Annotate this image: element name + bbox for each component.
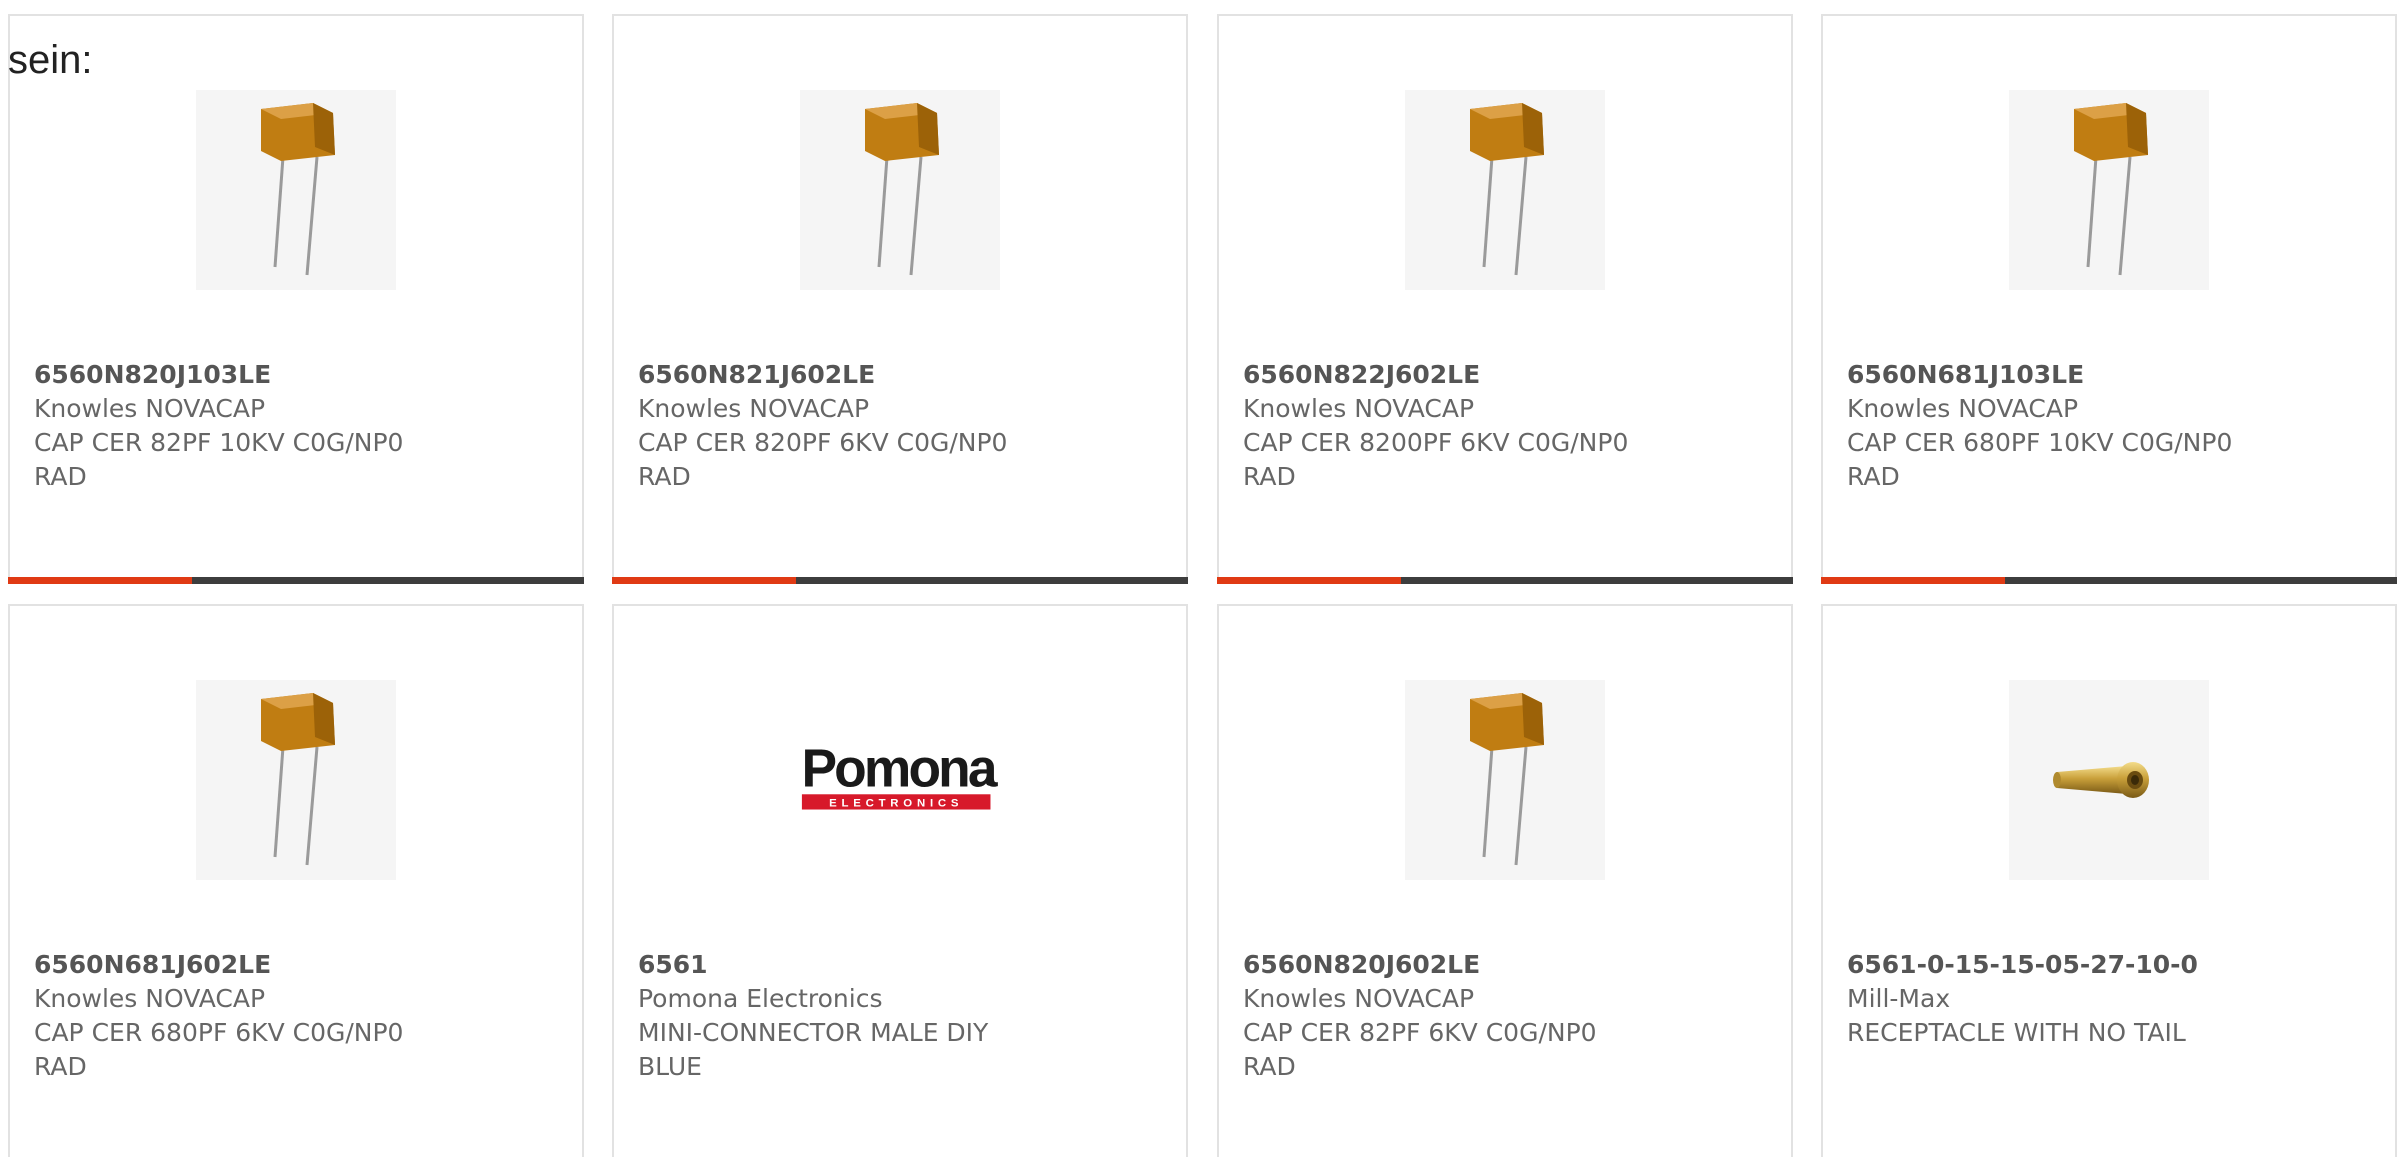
part-number-link[interactable]: 6560N820J602LE: [1243, 948, 1767, 982]
product-card[interactable]: 6560N681J103LE Knowles NOVACAP CAP CER 6…: [1821, 14, 2397, 584]
progress-bar-fill: [1821, 577, 2006, 584]
product-image[interactable]: [2009, 90, 2209, 290]
part-number-link[interactable]: 6560N681J602LE: [34, 948, 558, 982]
progress-bar: [8, 577, 584, 584]
product-description: CAP CER 680PF 6KV C0G/NP0 RAD: [34, 1018, 404, 1081]
product-description: CAP CER 82PF 6KV C0G/NP0 RAD: [1243, 1018, 1597, 1081]
progress-bar: [1821, 577, 2397, 584]
product-card[interactable]: 6561-0-15-15-05-27-10-0 Mill-Max RECEPTA…: [1821, 604, 2397, 1157]
product-image[interactable]: [1405, 680, 1605, 880]
product-info: 6560N822J602LE Knowles NOVACAP CAP CER 8…: [1243, 358, 1767, 494]
product-card[interactable]: Pomona ELECTRONICS 6561 Pomona Electroni…: [612, 604, 1188, 1157]
product-image[interactable]: Pomona ELECTRONICS: [800, 680, 1000, 880]
manufacturer-name: Knowles NOVACAP: [1847, 394, 2079, 423]
pomona-logo-text: Pomona: [801, 740, 997, 799]
pomona-logo: Pomona ELECTRONICS: [801, 740, 1000, 810]
product-image[interactable]: [800, 90, 1000, 290]
progress-bar-fill: [8, 577, 193, 584]
product-description: RECEPTACLE WITH NO TAIL: [1847, 1018, 2186, 1047]
part-number-link[interactable]: 6560N821J602LE: [638, 358, 1162, 392]
product-info: 6561-0-15-15-05-27-10-0 Mill-Max RECEPTA…: [1847, 948, 2371, 1050]
product-description: CAP CER 820PF 6KV C0G/NP0 RAD: [638, 428, 1008, 491]
product-card[interactable]: 6560N821J602LE Knowles NOVACAP CAP CER 8…: [612, 14, 1188, 584]
product-description: MINI-CONNECTOR MALE DIY BLUE: [638, 1018, 989, 1081]
product-card[interactable]: 6560N820J602LE Knowles NOVACAP CAP CER 8…: [1217, 604, 1793, 1157]
part-number-link[interactable]: 6561-0-15-15-05-27-10-0: [1847, 948, 2371, 982]
ceramic-capacitor-icon: [261, 103, 335, 276]
part-number-link[interactable]: 6560N822J602LE: [1243, 358, 1767, 392]
manufacturer-name: Knowles NOVACAP: [34, 394, 266, 423]
ceramic-capacitor-icon: [1470, 103, 1544, 276]
product-info: 6560N681J103LE Knowles NOVACAP CAP CER 6…: [1847, 358, 2371, 494]
product-image[interactable]: [1405, 90, 1605, 290]
product-info: 6561 Pomona Electronics MINI-CONNECTOR M…: [638, 948, 1162, 1084]
progress-bar: [1217, 577, 1793, 584]
manufacturer-name: Knowles NOVACAP: [1243, 984, 1475, 1013]
pomona-logo-subtext: ELECTRONICS: [829, 798, 963, 810]
part-number-link[interactable]: 6561: [638, 948, 1162, 982]
ceramic-capacitor-icon: [865, 103, 939, 276]
product-grid-page: sein: 6560N820J103LE Knowles NOVACAP CAP…: [0, 0, 2400, 1157]
manufacturer-name: Mill-Max: [1847, 984, 1951, 1013]
product-image[interactable]: [196, 90, 396, 290]
product-info: 6560N820J103LE Knowles NOVACAP CAP CER 8…: [34, 358, 558, 494]
product-info: 6560N820J602LE Knowles NOVACAP CAP CER 8…: [1243, 948, 1767, 1084]
manufacturer-name: Knowles NOVACAP: [638, 394, 870, 423]
product-image[interactable]: [196, 680, 396, 880]
pomona-logo-dot: [985, 778, 994, 786]
product-info: 6560N821J602LE Knowles NOVACAP CAP CER 8…: [638, 358, 1162, 494]
intro-text: sein:: [8, 38, 93, 82]
progress-bar-fill: [1217, 577, 1402, 584]
manufacturer-name: Pomona Electronics: [638, 984, 883, 1013]
progress-bar: [612, 577, 1188, 584]
manufacturer-name: Knowles NOVACAP: [34, 984, 266, 1013]
product-card[interactable]: 6560N820J103LE Knowles NOVACAP CAP CER 8…: [8, 14, 584, 584]
part-number-link[interactable]: 6560N820J103LE: [34, 358, 558, 392]
product-card[interactable]: 6560N822J602LE Knowles NOVACAP CAP CER 8…: [1217, 14, 1793, 584]
product-image[interactable]: [2009, 680, 2209, 880]
brass-receptacle-icon: [2053, 762, 2149, 798]
part-number-link[interactable]: 6560N681J103LE: [1847, 358, 2371, 392]
product-card[interactable]: 6560N681J602LE Knowles NOVACAP CAP CER 6…: [8, 604, 584, 1157]
progress-bar-fill: [612, 577, 797, 584]
product-info: 6560N681J602LE Knowles NOVACAP CAP CER 6…: [34, 948, 558, 1084]
ceramic-capacitor-icon: [2074, 103, 2148, 276]
ceramic-capacitor-icon: [1470, 693, 1544, 866]
product-description: CAP CER 680PF 10KV C0G/NP0 RAD: [1847, 428, 2233, 491]
ceramic-capacitor-icon: [261, 693, 335, 866]
manufacturer-name: Knowles NOVACAP: [1243, 394, 1475, 423]
product-description: CAP CER 8200PF 6KV C0G/NP0 RAD: [1243, 428, 1629, 491]
product-description: CAP CER 82PF 10KV C0G/NP0 RAD: [34, 428, 404, 491]
